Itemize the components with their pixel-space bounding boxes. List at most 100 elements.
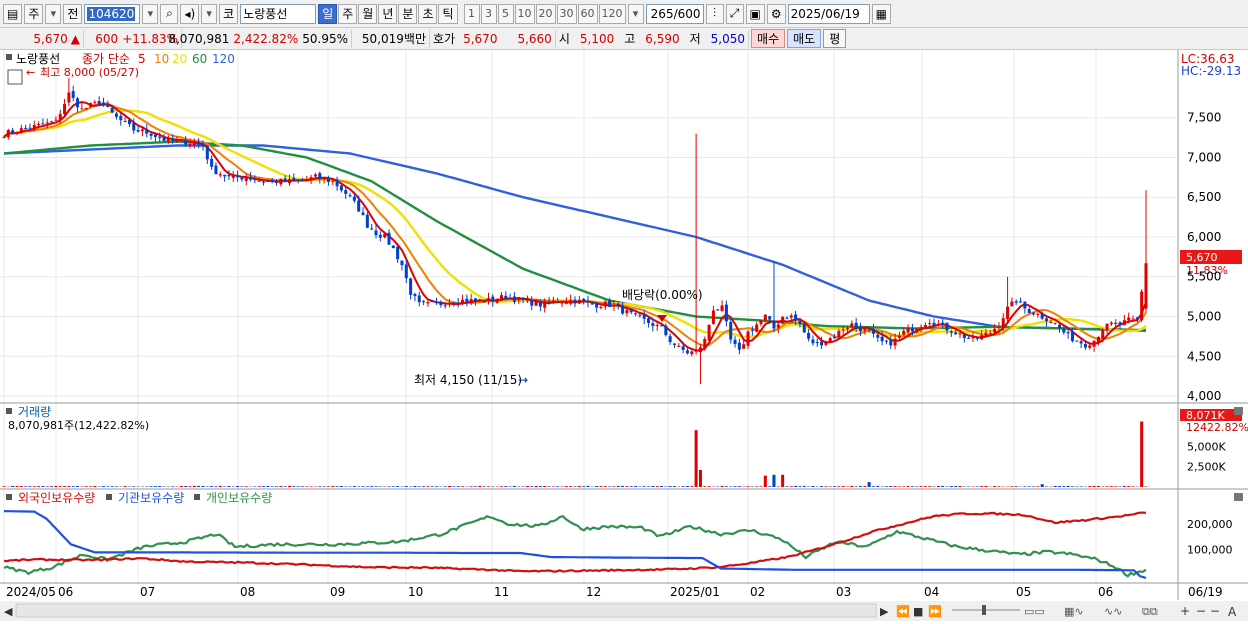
- period-tab-1[interactable]: 주: [338, 4, 357, 24]
- speaker-icon[interactable]: ◂): [180, 4, 199, 24]
- chart-area[interactable]: 노랑풍선 종가 단순 5 10 20 60 120 ← 최고 8,000 (05…: [0, 50, 1248, 621]
- date-input[interactable]: 2025/06/19: [788, 4, 870, 24]
- candle-body: [565, 302, 568, 303]
- candle-body: [569, 300, 572, 304]
- play-forward-icon[interactable]: ⏩: [928, 605, 942, 618]
- candle-body: [954, 333, 957, 335]
- zoom-in-icon[interactable]: +: [1180, 604, 1190, 618]
- interval-button-7[interactable]: 120: [599, 4, 626, 24]
- buy-button[interactable]: 매수: [751, 29, 785, 48]
- volume-bar: [682, 486, 685, 487]
- draw-icon[interactable]: ∿∿: [1104, 605, 1122, 618]
- volume-bar: [15, 486, 18, 487]
- candle-body: [46, 123, 49, 124]
- save-icon[interactable]: ▣: [746, 4, 765, 24]
- stock-code-input[interactable]: 104620: [84, 4, 140, 24]
- calendar-icon[interactable]: ▦: [872, 4, 891, 24]
- candle-body: [1049, 322, 1052, 323]
- volume-bar: [530, 486, 533, 487]
- interval-dropdown-icon[interactable]: ▾: [628, 4, 644, 24]
- interval-button-4[interactable]: 20: [536, 4, 556, 24]
- volume-bar: [1023, 486, 1026, 487]
- candle-body: [855, 323, 858, 327]
- candle-body: [253, 178, 256, 180]
- volume-bar: [868, 482, 871, 487]
- play-back-icon[interactable]: ⏪: [896, 605, 910, 618]
- candle-body: [695, 351, 698, 352]
- period-tab-4[interactable]: 분: [398, 4, 417, 24]
- candle-body: [1032, 313, 1035, 315]
- interval-button-6[interactable]: 60: [578, 4, 598, 24]
- volume-bar: [284, 486, 287, 487]
- eval-button[interactable]: 평: [823, 29, 846, 48]
- layout-icon-2[interactable]: ▦∿: [1064, 605, 1084, 618]
- dropdown-icon[interactable]: ▾: [45, 4, 61, 24]
- prev-button[interactable]: 전: [63, 4, 82, 24]
- candle-type-icon[interactable]: ⫶: [706, 4, 724, 24]
- stock-name-field[interactable]: 노랑풍선: [240, 4, 316, 24]
- copy-icon[interactable]: ⧉⧉: [1142, 605, 1158, 618]
- volume-bar: [362, 486, 365, 487]
- market-select[interactable]: 주: [24, 4, 43, 24]
- zoom-out-icon[interactable]: −: [1196, 604, 1206, 618]
- candle-body: [409, 278, 412, 295]
- period-tab-3[interactable]: 년: [378, 4, 397, 24]
- candle-body: [271, 180, 274, 181]
- candle-body: [543, 301, 546, 308]
- volume-bar: [703, 486, 706, 487]
- menu-icon[interactable]: ▤: [3, 4, 22, 24]
- layout-icon-1[interactable]: ▭▭: [1024, 605, 1045, 618]
- settings-icon[interactable]: ⚙: [767, 4, 786, 24]
- volume-bar: [89, 486, 92, 487]
- x-label-10: 03: [836, 585, 851, 599]
- scroll-track[interactable]: [16, 604, 876, 617]
- draw-tool-icon[interactable]: ⤢: [726, 4, 744, 24]
- volume-bar: [673, 486, 676, 487]
- volume-bar: [643, 486, 646, 487]
- data-count-input[interactable]: 265/600: [646, 4, 704, 24]
- zoom-slider-handle[interactable]: [982, 605, 986, 615]
- interval-button-0[interactable]: 1: [464, 4, 480, 24]
- speaker-dropdown-icon[interactable]: ▾: [201, 4, 217, 24]
- volume-bar: [980, 486, 983, 487]
- sell-button[interactable]: 매도: [787, 29, 821, 48]
- search-icon[interactable]: ⌕: [160, 4, 178, 24]
- volume-panel-close-icon[interactable]: [1234, 407, 1243, 415]
- interval-button-2[interactable]: 5: [498, 4, 514, 24]
- chart-grid-icon[interactable]: [8, 70, 22, 84]
- bid-price: 5,660: [517, 32, 551, 46]
- holding-legend-marker: [6, 494, 12, 500]
- candle-body: [201, 143, 204, 146]
- zoom-minus-icon[interactable]: −: [1210, 604, 1220, 618]
- volume-bar: [933, 486, 936, 487]
- period-tab-6[interactable]: 틱: [438, 4, 457, 24]
- scroll-right-icon[interactable]: ▶: [880, 605, 889, 618]
- interval-button-1[interactable]: 3: [481, 4, 497, 24]
- scroll-left-icon[interactable]: ◀: [4, 605, 13, 618]
- candle-body: [885, 341, 888, 342]
- volume-bar: [617, 486, 620, 487]
- candle-body: [400, 261, 403, 266]
- open-price: 5,100: [580, 32, 614, 46]
- stop-icon[interactable]: ■: [913, 605, 923, 618]
- code-dropdown-icon[interactable]: ▾: [142, 4, 158, 24]
- font-size-icon[interactable]: A: [1228, 605, 1237, 619]
- candle-body: [595, 304, 598, 308]
- candle-body: [262, 182, 265, 183]
- volume-bar: [785, 486, 788, 487]
- candle-body: [759, 320, 762, 324]
- candle-body: [803, 324, 806, 332]
- period-tab-2[interactable]: 월: [358, 4, 377, 24]
- candle-body: [963, 334, 966, 338]
- candle-body: [15, 132, 18, 133]
- period-tab-0[interactable]: 일: [318, 4, 337, 24]
- candle-body: [102, 103, 105, 106]
- holding-panel-close-icon[interactable]: [1234, 493, 1243, 501]
- volume-bar: [336, 486, 339, 487]
- volume-bar: [647, 486, 650, 487]
- period-tab-5[interactable]: 초: [418, 4, 437, 24]
- interval-button-5[interactable]: 30: [557, 4, 577, 24]
- volume-bar: [513, 486, 516, 487]
- chart-svg[interactable]: 노랑풍선 종가 단순 5 10 20 60 120 ← 최고 8,000 (05…: [0, 50, 1248, 621]
- interval-button-3[interactable]: 10: [515, 4, 535, 24]
